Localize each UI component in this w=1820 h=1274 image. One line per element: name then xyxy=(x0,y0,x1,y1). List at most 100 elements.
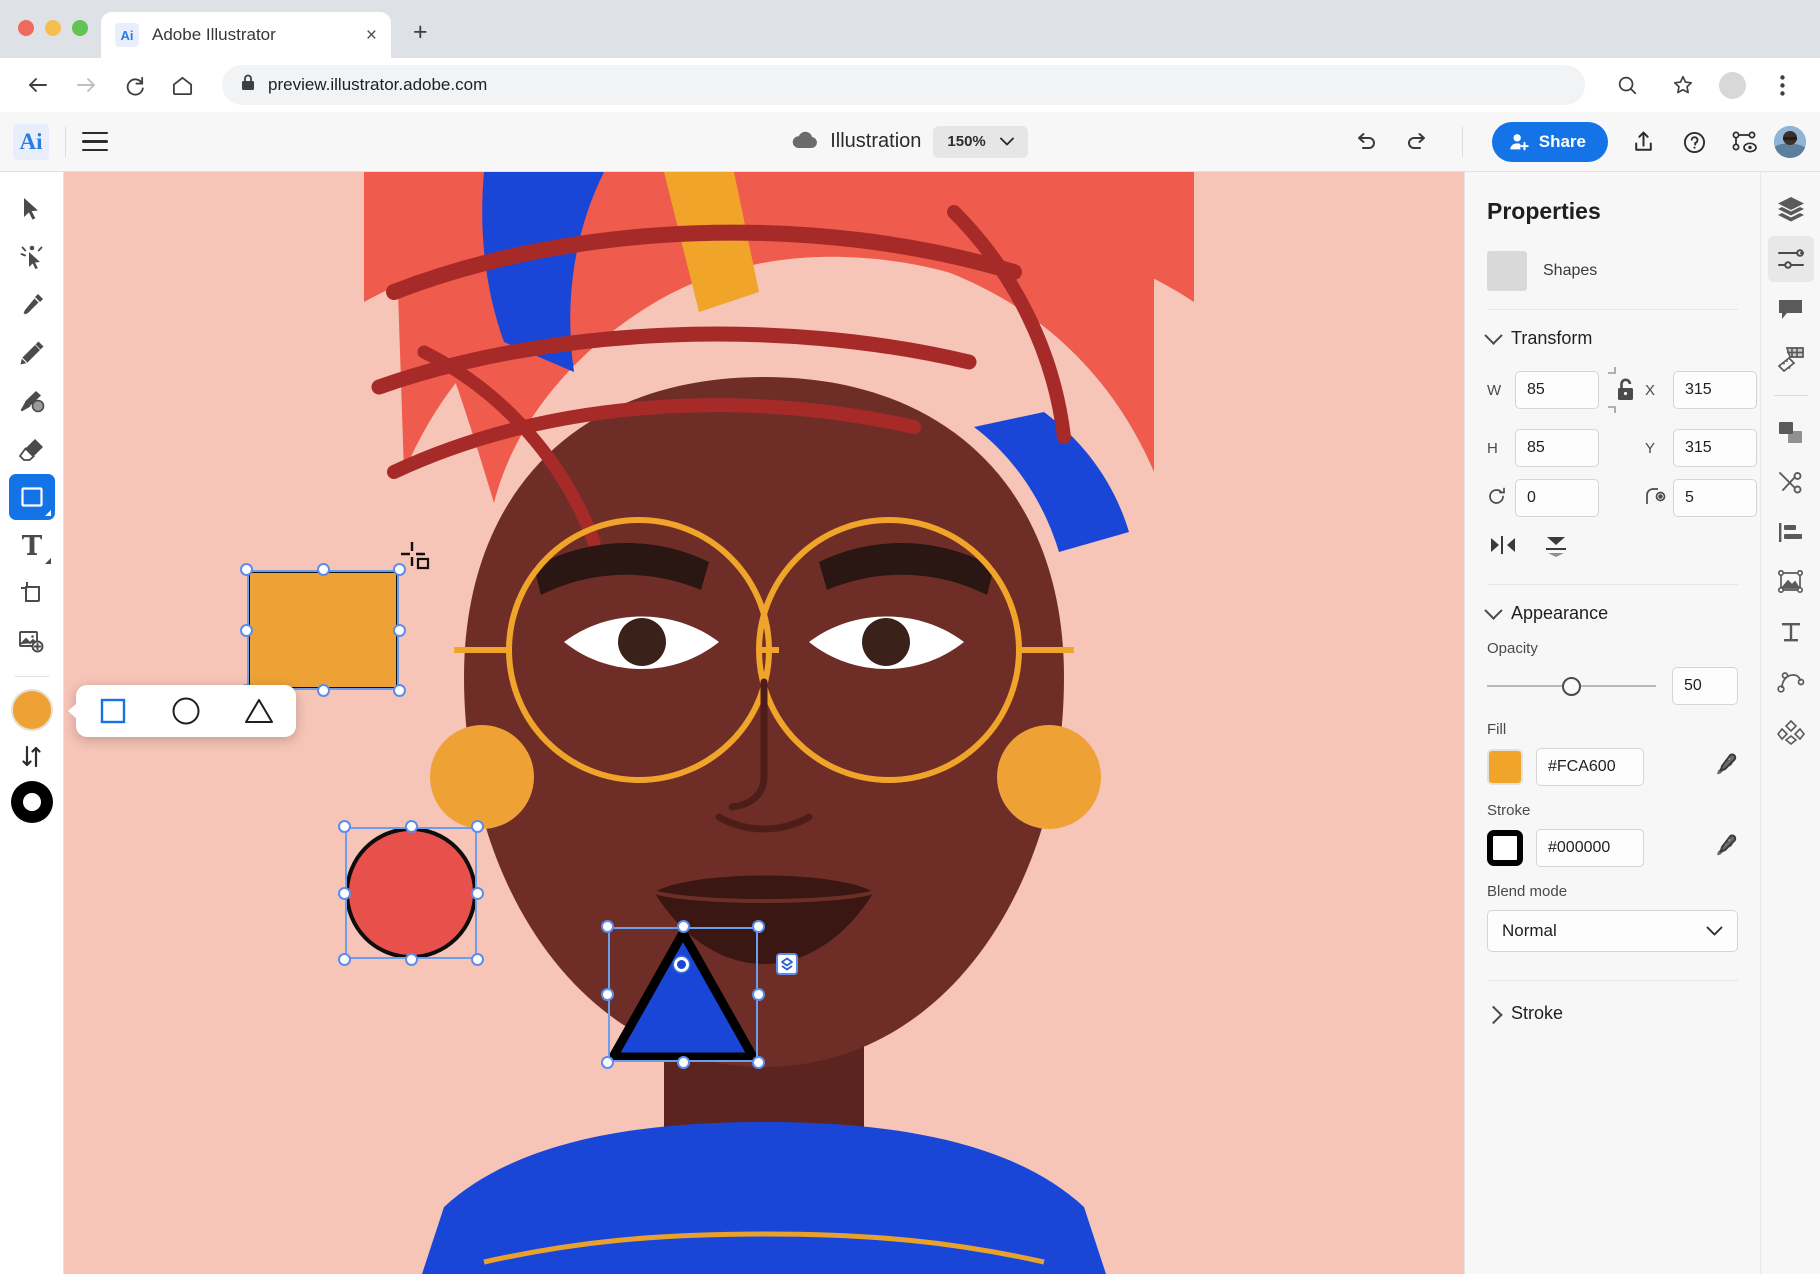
triangle-selection[interactable] xyxy=(608,927,758,1062)
paintbrush-tool[interactable] xyxy=(9,378,55,424)
handle-br[interactable] xyxy=(471,953,484,966)
rail-layers[interactable] xyxy=(1768,186,1814,232)
eraser-tool[interactable] xyxy=(9,426,55,472)
x-input[interactable]: 315 xyxy=(1673,371,1757,409)
handle-ml[interactable] xyxy=(338,887,351,900)
handle-bc[interactable] xyxy=(317,684,330,697)
stroke-color-chip[interactable] xyxy=(1487,830,1523,866)
fill-hex-input[interactable]: #FCA600 xyxy=(1536,748,1644,786)
handle-tr[interactable] xyxy=(752,920,765,933)
export-icon[interactable] xyxy=(1621,120,1665,164)
handle-tc[interactable] xyxy=(317,563,330,576)
flyout-ellipse[interactable] xyxy=(168,693,204,729)
direct-selection-tool[interactable] xyxy=(9,234,55,280)
eyedropper-icon[interactable] xyxy=(1712,833,1738,864)
rail-cut[interactable] xyxy=(1768,459,1814,505)
flip-vertical-icon[interactable] xyxy=(1543,535,1569,562)
handle-ml[interactable] xyxy=(240,624,253,637)
corner-radius-input[interactable]: 5 xyxy=(1673,479,1757,517)
fill-color-chip[interactable] xyxy=(1487,749,1523,785)
handle-tc[interactable] xyxy=(405,820,418,833)
corner-radius-widget[interactable] xyxy=(674,957,689,972)
shape-tool-flyout[interactable] xyxy=(76,685,296,737)
selection-tool[interactable] xyxy=(9,186,55,232)
redo-icon[interactable] xyxy=(1395,120,1439,164)
handle-bl[interactable] xyxy=(338,953,351,966)
flyout-rectangle[interactable] xyxy=(95,693,131,729)
star-icon[interactable] xyxy=(1663,65,1703,105)
reload-icon[interactable] xyxy=(114,65,154,105)
rectangle-selection[interactable] xyxy=(247,570,399,690)
home-icon[interactable] xyxy=(162,65,202,105)
artboard-canvas[interactable] xyxy=(64,172,1464,1274)
rail-align[interactable] xyxy=(1768,509,1814,555)
window-controls[interactable] xyxy=(18,20,88,36)
rail-properties[interactable] xyxy=(1768,236,1814,282)
address-bar[interactable]: preview.illustrator.adobe.com xyxy=(222,65,1585,105)
type-tool[interactable] xyxy=(9,522,55,568)
height-input[interactable]: 85 xyxy=(1515,429,1599,467)
handle-bl[interactable] xyxy=(601,1056,614,1069)
preview-icon[interactable] xyxy=(1723,120,1767,164)
user-avatar[interactable] xyxy=(1774,126,1806,158)
rail-comments[interactable] xyxy=(1768,286,1814,332)
stroke-section-header[interactable]: Stroke xyxy=(1487,1003,1738,1024)
stroke-color-swatch[interactable] xyxy=(11,781,53,823)
handle-tl[interactable] xyxy=(338,820,351,833)
rail-type[interactable] xyxy=(1768,609,1814,655)
rotate-input[interactable]: 0 xyxy=(1515,479,1599,517)
appearance-section-header[interactable]: Appearance xyxy=(1487,603,1738,624)
document-name[interactable]: Illustration xyxy=(830,130,921,153)
minimize-window-button[interactable] xyxy=(45,20,61,36)
width-input[interactable]: 85 xyxy=(1515,371,1599,409)
handle-br[interactable] xyxy=(393,684,406,697)
undo-icon[interactable] xyxy=(1344,120,1388,164)
rail-arrange[interactable] xyxy=(1768,409,1814,455)
pencil-tool[interactable] xyxy=(9,330,55,376)
circle-selection[interactable] xyxy=(345,827,477,959)
illustrator-logo-icon[interactable]: Ai xyxy=(13,124,49,160)
handle-bc[interactable] xyxy=(405,953,418,966)
opacity-input[interactable]: 50 xyxy=(1672,667,1738,705)
eyedropper-icon[interactable] xyxy=(1712,752,1738,783)
y-input[interactable]: 315 xyxy=(1673,429,1757,467)
hamburger-menu-icon[interactable] xyxy=(82,132,108,152)
browser-tab[interactable]: Ai Adobe Illustrator × xyxy=(101,12,391,58)
rail-path[interactable] xyxy=(1768,659,1814,705)
slider-knob[interactable] xyxy=(1562,677,1581,696)
stroke-hex-input[interactable]: #000000 xyxy=(1536,829,1644,867)
rail-rulers[interactable] xyxy=(1768,336,1814,382)
flip-horizontal-icon[interactable] xyxy=(1489,535,1517,562)
rectangle-tool[interactable] xyxy=(9,474,55,520)
search-icon[interactable] xyxy=(1607,65,1647,105)
artboard-tool[interactable] xyxy=(9,570,55,616)
help-icon[interactable] xyxy=(1672,120,1716,164)
swap-arrows-icon[interactable] xyxy=(9,733,55,779)
handle-tr[interactable] xyxy=(471,820,484,833)
close-window-button[interactable] xyxy=(18,20,34,36)
pen-tool[interactable] xyxy=(9,282,55,328)
fill-color-swatch[interactable] xyxy=(11,689,53,731)
handle-tc[interactable] xyxy=(677,920,690,933)
blend-mode-select[interactable]: Normal xyxy=(1487,910,1738,952)
maximize-window-button[interactable] xyxy=(72,20,88,36)
handle-tl[interactable] xyxy=(240,563,253,576)
browser-profile-avatar[interactable] xyxy=(1719,72,1746,99)
handle-mr[interactable] xyxy=(393,624,406,637)
forward-arrow-icon[interactable] xyxy=(66,65,106,105)
rotate-widget[interactable] xyxy=(776,953,798,975)
rail-image-trace[interactable] xyxy=(1768,559,1814,605)
handle-br[interactable] xyxy=(752,1056,765,1069)
handle-bc[interactable] xyxy=(677,1056,690,1069)
close-icon[interactable]: × xyxy=(366,26,377,45)
handle-tl[interactable] xyxy=(601,920,614,933)
zoom-selector[interactable]: 150% xyxy=(933,126,1027,158)
flyout-triangle[interactable] xyxy=(241,693,277,729)
transform-section-header[interactable]: Transform xyxy=(1487,328,1738,349)
rail-pattern[interactable] xyxy=(1768,709,1814,755)
back-arrow-icon[interactable] xyxy=(18,65,58,105)
opacity-slider[interactable] xyxy=(1487,676,1656,696)
handle-mr[interactable] xyxy=(752,988,765,1001)
new-tab-button[interactable]: + xyxy=(413,20,428,45)
share-button[interactable]: Share xyxy=(1492,122,1608,162)
